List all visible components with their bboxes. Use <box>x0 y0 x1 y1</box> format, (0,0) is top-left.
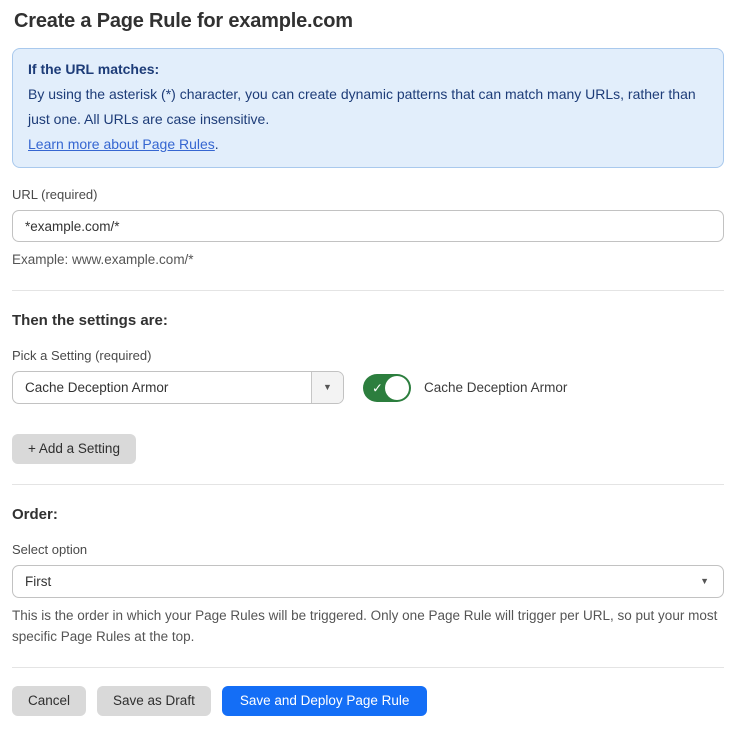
section-divider <box>12 484 724 485</box>
add-setting-button[interactable]: + Add a Setting <box>12 434 136 464</box>
setting-picker-value: Cache Deception Armor <box>13 372 311 403</box>
check-icon: ✓ <box>372 381 383 394</box>
section-divider <box>12 290 724 291</box>
caret-down-icon: ▼ <box>700 577 709 586</box>
create-page-rule-form: Create a Page Rule for example.com If th… <box>0 0 750 730</box>
cancel-button[interactable]: Cancel <box>12 686 86 716</box>
setting-picker-dropdown[interactable]: Cache Deception Armor ▼ <box>12 371 344 404</box>
order-select-value: First <box>25 574 51 589</box>
caret-down-icon[interactable]: ▼ <box>311 372 343 403</box>
caret-down-glyph: ▼ <box>323 383 332 392</box>
toggle-knob <box>385 376 409 400</box>
url-field-help: Example: www.example.com/* <box>12 249 724 270</box>
setting-enabled-toggle[interactable]: ✓ <box>363 374 411 402</box>
save-and-deploy-button[interactable]: Save and Deploy Page Rule <box>222 686 428 716</box>
info-box-body: By using the asterisk (*) character, you… <box>28 82 708 132</box>
url-input[interactable] <box>12 210 724 242</box>
setting-row: Cache Deception Armor ▼ ✓ Cache Deceptio… <box>12 371 724 404</box>
order-select-label: Select option <box>12 542 724 558</box>
order-select[interactable]: First ▼ <box>12 565 724 598</box>
info-box-link-line: Learn more about Page Rules. <box>28 132 708 157</box>
info-box-heading: If the URL matches: <box>28 57 708 82</box>
save-as-draft-button[interactable]: Save as Draft <box>97 686 211 716</box>
info-link-suffix: . <box>215 136 219 152</box>
footer-actions: Cancel Save as Draft Save and Deploy Pag… <box>12 686 724 716</box>
order-section-heading: Order: <box>12 506 724 523</box>
footer-divider <box>12 667 724 668</box>
learn-more-page-rules-link[interactable]: Learn more about Page Rules <box>28 136 215 152</box>
setting-toggle-label: Cache Deception Armor <box>424 380 567 395</box>
page-title: Create a Page Rule for example.com <box>14 10 724 33</box>
order-help-text: This is the order in which your Page Rul… <box>12 605 724 647</box>
url-field-label: URL (required) <box>12 187 724 203</box>
url-match-info-box: If the URL matches: By using the asteris… <box>12 48 724 168</box>
settings-section-heading: Then the settings are: <box>12 312 724 329</box>
setting-picker-label: Pick a Setting (required) <box>12 348 724 364</box>
